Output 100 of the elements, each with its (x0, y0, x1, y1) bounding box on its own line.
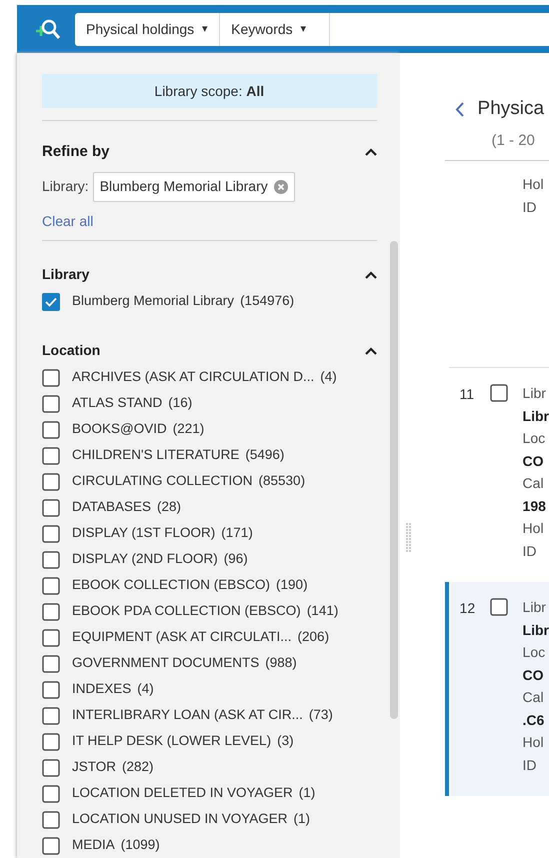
facet-count: (282) (122, 758, 154, 776)
facet-heading: Location (42, 341, 100, 360)
row-number: 11 (460, 386, 474, 402)
row-number: 12 (460, 600, 476, 616)
facet-count: (16) (168, 394, 192, 412)
facet-count: (171) (221, 524, 253, 542)
result-detail: Cal (522, 688, 545, 707)
checkbox[interactable] (42, 654, 60, 672)
checkbox[interactable] (42, 498, 60, 516)
checkbox[interactable] (42, 758, 60, 776)
checkbox[interactable] (42, 524, 60, 542)
scope-dropdown[interactable]: Physical holdings ▾ (75, 12, 220, 46)
refine-heading: Refine by (42, 142, 110, 162)
checkbox[interactable] (42, 628, 60, 646)
facet-option[interactable]: DISPLAY (1ST FLOOR) (72, 523, 216, 544)
facet-option[interactable]: EBOOK PDA COLLECTION (EBSCO) (72, 601, 301, 622)
facet-option[interactable]: DISPLAY (2ND FLOOR) (72, 549, 218, 570)
facet-count: (206) (298, 628, 330, 646)
facet-option[interactable]: EQUIPMENT (ASK AT CIRCULATI... (72, 627, 292, 648)
search-logo-icon[interactable] (34, 17, 62, 41)
facet-count: (190) (276, 576, 308, 594)
facet-option[interactable]: BOOKS@OVID (72, 419, 167, 440)
facet-count: (154976) (240, 292, 294, 310)
field-dropdown[interactable]: Keywords ▾ (220, 12, 330, 46)
checkbox[interactable] (42, 446, 60, 464)
collapse-icon[interactable] (364, 148, 377, 156)
checkbox[interactable] (42, 368, 60, 386)
checkbox[interactable] (42, 732, 60, 750)
remove-icon[interactable] (274, 180, 288, 194)
facet-option[interactable]: IT HELP DESK (LOWER LEVEL) (72, 731, 272, 752)
library-scope-banner: Library scope: All (42, 74, 377, 108)
facet-count: (4) (137, 680, 154, 698)
result-detail: Loc (522, 429, 546, 448)
checkbox[interactable] (42, 602, 60, 620)
checkbox[interactable] (42, 472, 60, 490)
result-detail: Libr (522, 598, 547, 617)
facet-count: (4) (320, 368, 337, 386)
result-detail: Hol (522, 175, 544, 194)
result-detail: ID (522, 756, 538, 774)
facet-option[interactable]: JSTOR (72, 757, 116, 778)
result-detail: Hol (522, 519, 545, 538)
facet-option[interactable]: ARCHIVES (ASK AT CIRCULATION D... (72, 367, 314, 388)
facet-count: (1) (294, 810, 310, 828)
checkbox[interactable] (42, 810, 60, 828)
collapse-icon[interactable] (364, 346, 377, 354)
facet-option[interactable]: LOCATION DELETED IN VOYAGER (72, 783, 293, 804)
facet-option[interactable]: ATLAS STAND (72, 393, 162, 414)
checkbox[interactable] (42, 576, 60, 594)
checkbox[interactable] (42, 394, 60, 412)
checkbox[interactable] (42, 836, 60, 854)
facet-count: (85530) (258, 472, 306, 490)
checkbox[interactable] (42, 420, 60, 438)
checkbox[interactable] (490, 598, 508, 616)
facet-count: (221) (172, 420, 204, 438)
checkbox[interactable] (490, 384, 508, 402)
facet-option[interactable]: MEDIA (72, 835, 115, 856)
facet-count: (73) (308, 706, 333, 724)
result-detail: Libr (522, 406, 549, 426)
facet-count: (28) (157, 498, 182, 516)
result-detail: 198 (522, 496, 547, 516)
result-detail: ID (522, 198, 538, 216)
facet-count: (141) (306, 602, 338, 620)
facet-option[interactable]: Blumberg Memorial Library (72, 291, 234, 312)
result-detail: Loc (522, 643, 546, 662)
checkbox[interactable] (42, 784, 60, 802)
checkbox[interactable] (42, 550, 60, 568)
facet-count: (1) (298, 784, 316, 802)
result-detail: Hol (522, 733, 545, 752)
facet-heading: Library (42, 265, 90, 284)
facet-option[interactable]: LOCATION UNUSED IN VOYAGER (72, 809, 288, 830)
result-detail: ID (522, 542, 538, 560)
checkbox[interactable] (42, 292, 60, 310)
results-title: Physica (478, 97, 544, 121)
facet-option[interactable]: CHILDREN'S LITERATURE (72, 445, 240, 466)
filter-chip[interactable]: Blumberg Memorial Library (92, 172, 295, 202)
resize-handle-icon[interactable] (406, 523, 412, 553)
facet-option[interactable]: EBOOK COLLECTION (EBSCO) (72, 575, 270, 596)
facet-option[interactable]: DATABASES (72, 497, 152, 518)
result-detail: Libr (522, 384, 547, 403)
filter-label: Library: (42, 177, 89, 196)
facet-option[interactable]: CIRCULATING COLLECTION (72, 471, 253, 492)
checkbox[interactable] (42, 706, 60, 724)
checkbox[interactable] (42, 680, 60, 698)
back-icon[interactable] (454, 102, 464, 117)
result-row[interactable]: Hol ID (448, 161, 549, 368)
clear-all-link[interactable]: Clear all (42, 210, 94, 232)
result-row[interactable]: 12 Libr Libr Loc CO Cal .C6 Hol ID (444, 582, 549, 796)
facet-count: (1099) (120, 836, 160, 854)
facet-count: (988) (265, 654, 297, 672)
facet-option[interactable]: INDEXES (72, 679, 132, 700)
facet-option[interactable]: INTERLIBRARY LOAN (ASK AT CIR... (72, 705, 303, 726)
collapse-icon[interactable] (364, 270, 377, 278)
facet-count: (3) (277, 732, 294, 750)
result-row[interactable]: 11 Libr Libr Loc CO Cal 198 Hol ID (448, 368, 549, 582)
facet-count: (96) (224, 550, 248, 568)
results-range: (1 - 20 (490, 130, 536, 150)
scrollbar[interactable] (390, 241, 398, 719)
facet-option[interactable]: GOVERNMENT DOCUMENTS (72, 653, 260, 674)
result-detail: Libr (522, 620, 549, 640)
result-detail: CO (522, 452, 545, 470)
